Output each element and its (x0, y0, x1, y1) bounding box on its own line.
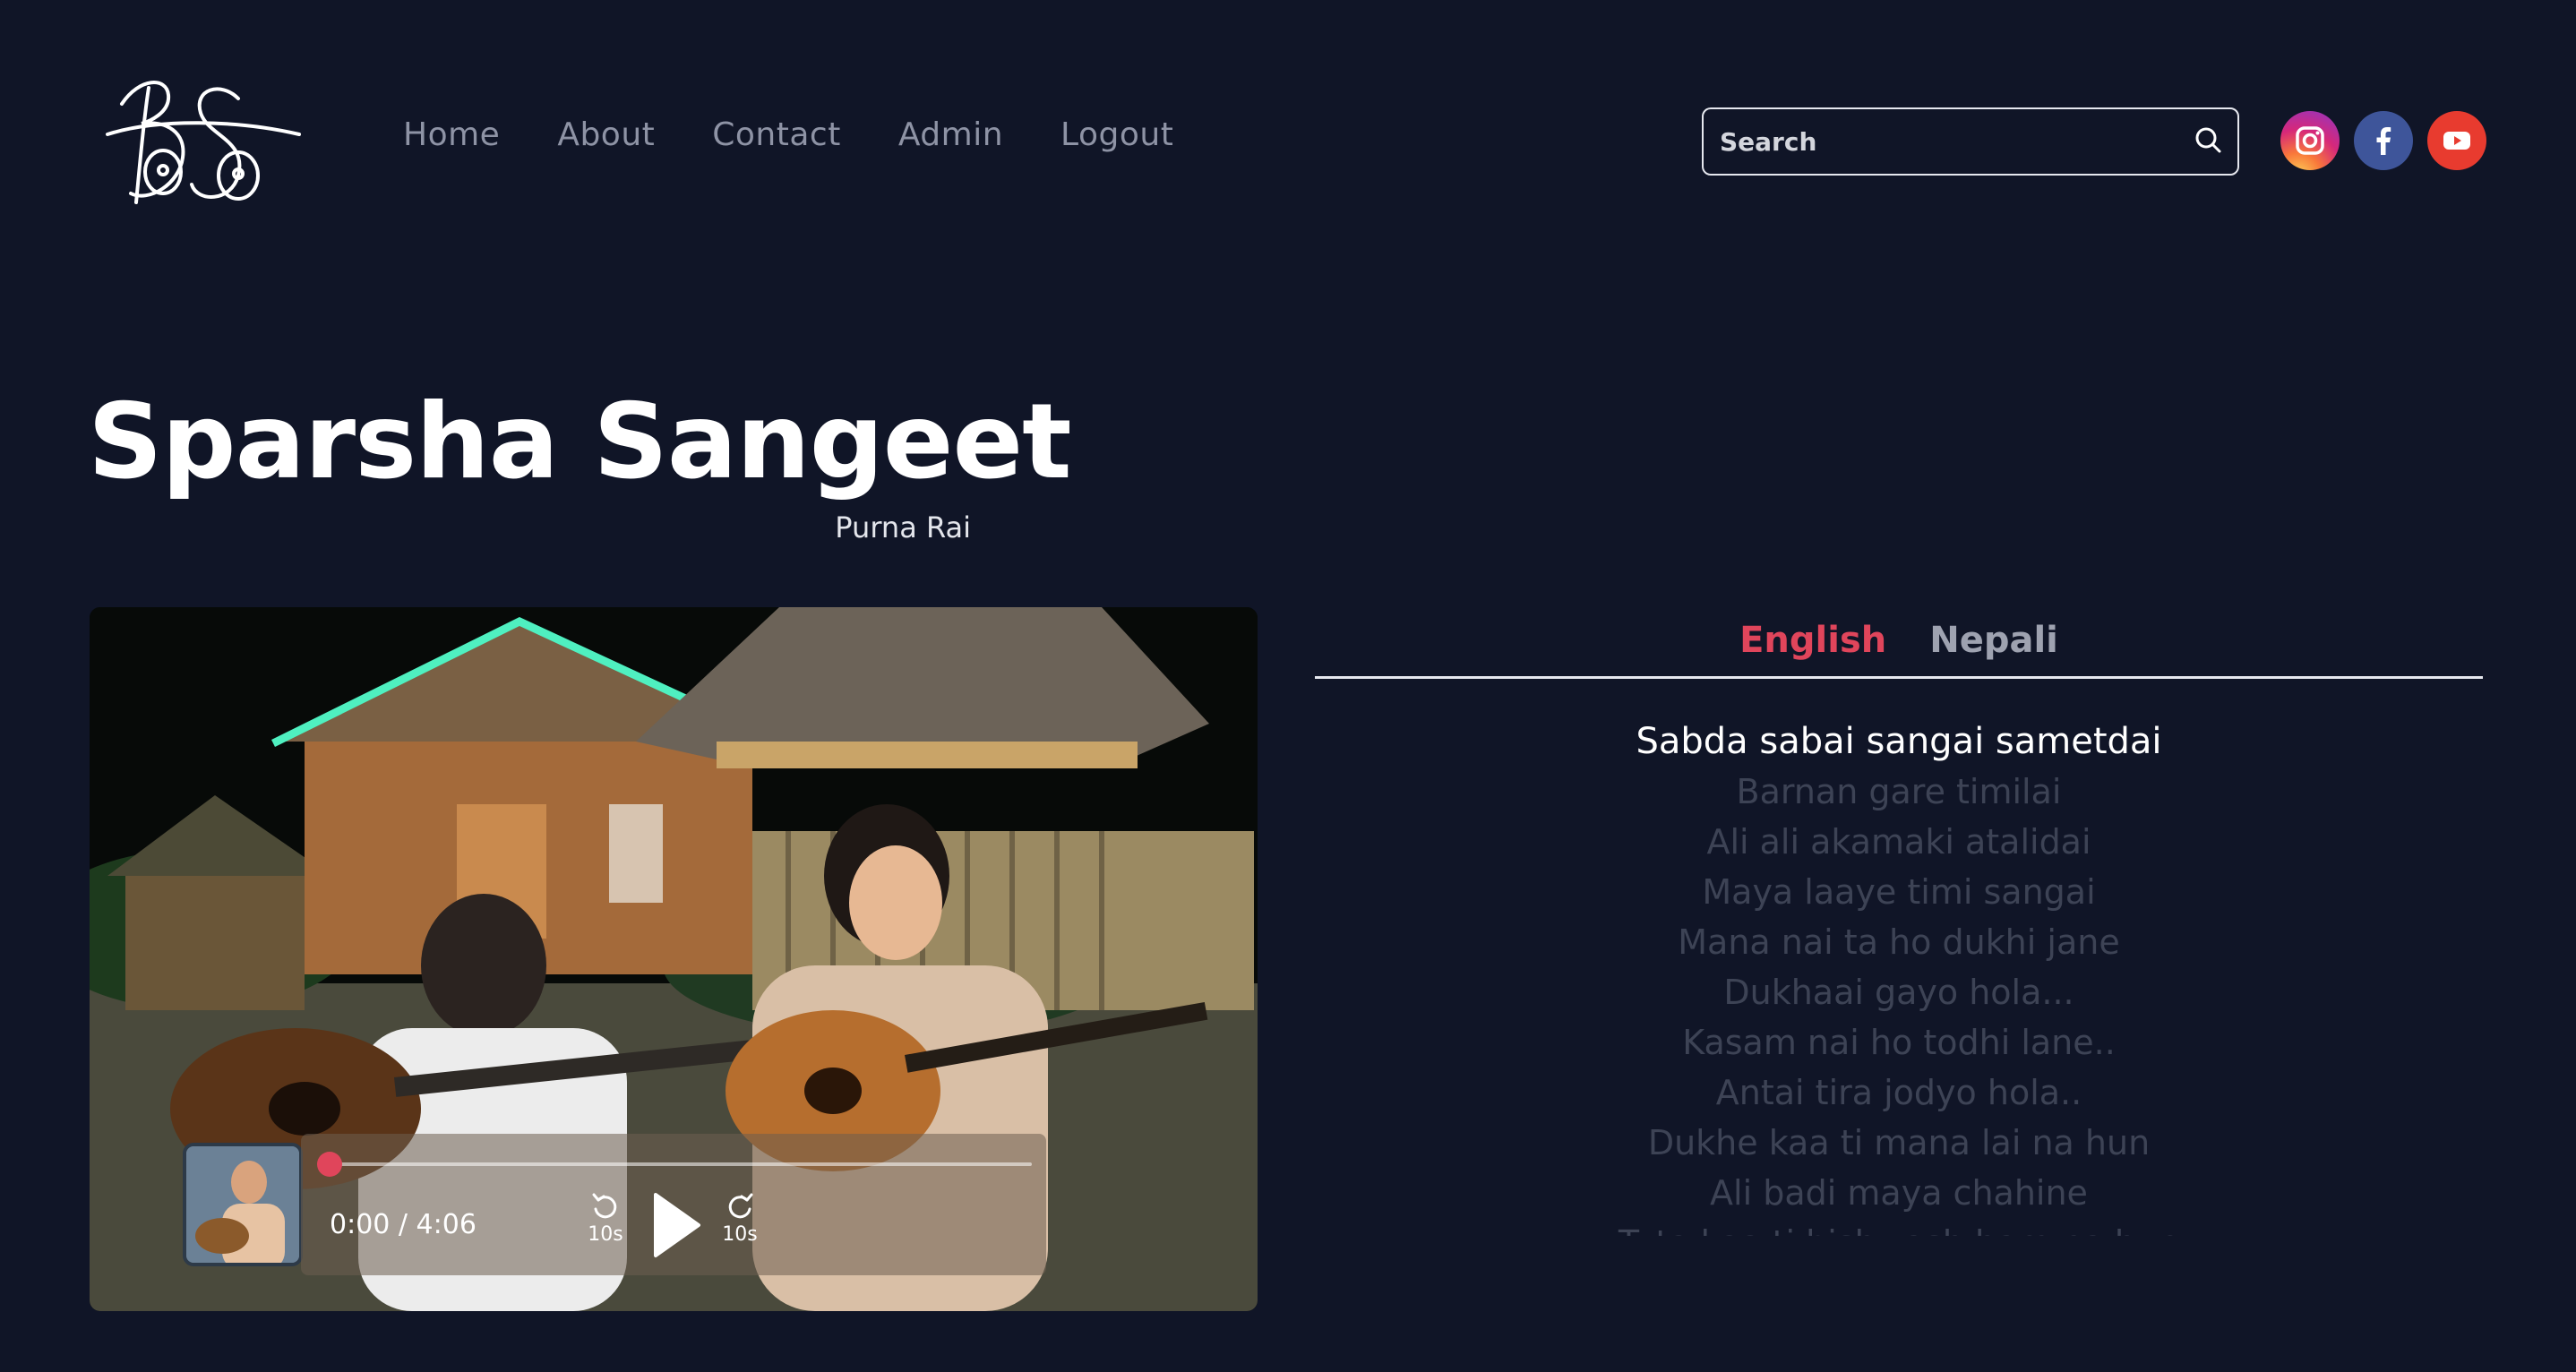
lyric-line: Dukhaai gayo hola... (1723, 973, 2074, 1012)
lyric-line: Antai tira jodyo hola.. (1715, 1073, 2082, 1112)
progress-handle[interactable] (317, 1152, 342, 1177)
search-icon[interactable] (2193, 124, 2223, 159)
nav-about-link[interactable]: About (557, 116, 655, 153)
video-thumbnail (183, 1143, 303, 1266)
song-title: Sparsha Sangeet (88, 382, 1072, 502)
language-tabs: English Nepali (1315, 609, 2483, 679)
facebook-icon[interactable] (2354, 111, 2413, 170)
main-nav: Home About Contact Admin Logout (403, 116, 1173, 153)
logo-mark (106, 81, 301, 204)
forward-icon (728, 1193, 753, 1219)
rewind-10s-button[interactable]: 10s (584, 1188, 627, 1246)
lyrics-panel: English Nepali Sabda sabai sangai sametd… (1315, 609, 2483, 1254)
lyric-line: Dukhe kaa ti mana lai na hun (1647, 1123, 2151, 1162)
lyric-line: Maya laaye timi sangai (1702, 872, 2096, 912)
artist-name: Purna Rai (835, 510, 971, 545)
lyric-line-current: Sabda sabai sangai sametdai (1636, 721, 2162, 762)
time-display: 0:00 / 4:06 (330, 1209, 477, 1240)
forward-label: 10s (722, 1223, 758, 1246)
play-button[interactable] (650, 1191, 702, 1259)
nav-contact-link[interactable]: Contact (712, 116, 841, 153)
lyrics-list[interactable]: Sabda sabai sangai sametdai Barnan gare … (1315, 716, 2483, 1236)
lyric-line: Ali ali akamaki atalidai (1706, 822, 2091, 862)
nav-admin-link[interactable]: Admin (898, 116, 1003, 153)
progress-bar[interactable] (330, 1162, 1032, 1166)
play-icon (654, 1193, 700, 1257)
search-input[interactable] (1718, 125, 2193, 158)
site-logo[interactable] (104, 68, 303, 211)
site-header: Home About Contact Admin Logout (0, 0, 2576, 287)
lyric-line: Tuta kaa ti bishwash ham na hun (1315, 1218, 2483, 1236)
lyric-line: Kasam nai ho todhi lane.. (1682, 1023, 2116, 1062)
nav-logout-link[interactable]: Logout (1060, 116, 1173, 153)
lyric-line: Ali badi maya chahine (1710, 1173, 2088, 1213)
social-links (2280, 111, 2486, 170)
rewind-label: 10s (588, 1223, 623, 1246)
tab-english[interactable]: English (1739, 609, 1886, 676)
instagram-icon[interactable] (2280, 111, 2340, 170)
lyric-line: Mana nai ta ho dukhi jane (1678, 922, 2120, 962)
nav-home-link[interactable]: Home (403, 116, 500, 153)
rewind-icon (592, 1193, 617, 1219)
tab-nepali[interactable]: Nepali (1929, 609, 2058, 676)
youtube-icon[interactable] (2427, 111, 2486, 170)
forward-10s-button[interactable]: 10s (718, 1188, 761, 1246)
search-box (1702, 107, 2239, 176)
lyric-line: Barnan gare timilai (1736, 772, 2062, 811)
